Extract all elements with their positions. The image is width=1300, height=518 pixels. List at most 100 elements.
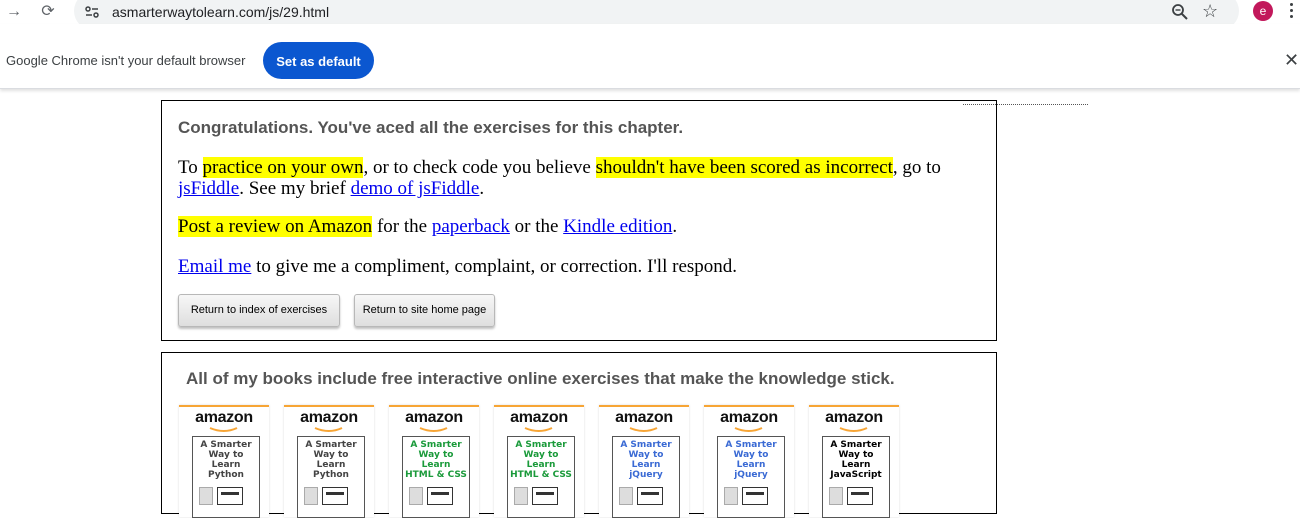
cover-title-line: A Smarter bbox=[830, 440, 882, 450]
text: to give me a compliment, complaint, or c… bbox=[251, 256, 738, 277]
tablet-image bbox=[199, 487, 213, 505]
laptop-image bbox=[322, 487, 348, 505]
laptop-image bbox=[742, 487, 768, 505]
cover-title-line: A Smarter bbox=[305, 440, 357, 450]
highlight-practice: practice on your own bbox=[202, 157, 364, 178]
amazon-smile-icon bbox=[209, 427, 238, 432]
amazon-smile-icon bbox=[419, 427, 448, 432]
book-card[interactable]: amazon A Smarter Way to Learn Python bbox=[179, 405, 269, 518]
kindle-edition-link[interactable]: Kindle edition bbox=[563, 216, 672, 237]
book-card[interactable]: amazon A Smarter Way to Learn JavaScript bbox=[809, 405, 899, 518]
tablet-image bbox=[724, 487, 738, 505]
cover-title-line: Learn bbox=[736, 460, 766, 470]
tablet-image bbox=[829, 487, 843, 505]
cover-title-line: Learn bbox=[526, 460, 556, 470]
cover-title-line: jQuery bbox=[734, 470, 768, 480]
practice-paragraph: To practice on your own, or to check cod… bbox=[178, 157, 983, 199]
text: . bbox=[479, 178, 485, 199]
laptop-image bbox=[637, 487, 663, 505]
cover-title-line: HTML & CSS bbox=[510, 470, 572, 480]
book-cover: A Smarter Way to Learn jQuery bbox=[612, 436, 680, 518]
book-card[interactable]: amazon A Smarter Way to Learn HTML & CSS bbox=[494, 405, 584, 518]
text: for the bbox=[372, 216, 432, 237]
book-card[interactable]: amazon A Smarter Way to Learn Python bbox=[284, 405, 374, 518]
book-card[interactable]: amazon A Smarter Way to Learn jQuery bbox=[704, 405, 794, 518]
text: To bbox=[178, 157, 203, 178]
cover-title-line: Way to bbox=[313, 450, 349, 460]
cover-title-line: HTML & CSS bbox=[405, 470, 467, 480]
amazon-smile-icon bbox=[734, 427, 763, 432]
book-cover-title: A Smarter Way to Learn HTML & CSS bbox=[508, 440, 574, 480]
book-cover-title: A Smarter Way to Learn jQuery bbox=[718, 440, 784, 480]
cover-title-line: A Smarter bbox=[620, 440, 672, 450]
infobar-message: Google Chrome isn't your default browser bbox=[6, 53, 246, 68]
cover-title-line: Way to bbox=[733, 450, 769, 460]
cover-title-line: Learn bbox=[631, 460, 661, 470]
book-cover-title: A Smarter Way to Learn jQuery bbox=[613, 440, 679, 480]
back-arrow-icon[interactable]: → bbox=[4, 2, 24, 22]
book-cover-title: A Smarter Way to Learn HTML & CSS bbox=[403, 440, 469, 480]
tablet-image bbox=[409, 487, 423, 505]
email-paragraph: Email me to give me a compliment, compla… bbox=[178, 256, 983, 277]
book-card[interactable]: amazon A Smarter Way to Learn HTML & CSS bbox=[389, 405, 479, 518]
tablet-image bbox=[514, 487, 528, 505]
cover-title-line: Learn bbox=[316, 460, 346, 470]
amazon-smile-icon bbox=[629, 427, 658, 432]
set-default-button[interactable]: Set as default bbox=[263, 42, 374, 79]
bookmark-star-icon[interactable]: ☆ bbox=[1202, 1, 1218, 21]
url-text[interactable]: asmarterwaytolearn.com/js/29.html bbox=[112, 3, 329, 21]
book-cover-title: A Smarter Way to Learn JavaScript bbox=[823, 440, 889, 480]
close-icon[interactable]: ✕ bbox=[1284, 50, 1299, 70]
book-cover-title: A Smarter Way to Learn Python bbox=[193, 440, 259, 480]
review-paragraph: Post a review on Amazon for the paperbac… bbox=[178, 216, 983, 237]
cover-title-line: Python bbox=[208, 470, 244, 480]
reload-icon[interactable]: ⟳ bbox=[38, 2, 58, 22]
amazon-logo: amazon bbox=[720, 409, 778, 426]
highlight-incorrect: shouldn't have been scored as incorrect bbox=[595, 157, 893, 178]
text: . bbox=[672, 216, 678, 237]
amazon-logo: amazon bbox=[615, 409, 673, 426]
cover-title-line: A Smarter bbox=[725, 440, 777, 450]
kebab-menu-icon[interactable] bbox=[1290, 2, 1294, 20]
cover-title-line: jQuery bbox=[629, 470, 663, 480]
book-cover: A Smarter Way to Learn HTML & CSS bbox=[507, 436, 575, 518]
laptop-image bbox=[217, 487, 243, 505]
jsfiddle-demo-link[interactable]: demo of jsFiddle bbox=[351, 178, 480, 199]
email-me-link[interactable]: Email me bbox=[178, 256, 251, 277]
amazon-logo: amazon bbox=[300, 409, 358, 426]
amazon-logo: amazon bbox=[405, 409, 463, 426]
text: . See my brief bbox=[239, 178, 351, 199]
cover-title-line: A Smarter bbox=[200, 440, 252, 450]
paperback-link[interactable]: paperback bbox=[432, 216, 510, 237]
book-cover: A Smarter Way to Learn JavaScript bbox=[822, 436, 890, 518]
cover-title-line: Python bbox=[313, 470, 349, 480]
cover-title-line: Way to bbox=[628, 450, 664, 460]
amazon-logo: amazon bbox=[510, 409, 568, 426]
return-to-home-button[interactable]: Return to site home page bbox=[354, 294, 495, 327]
cover-title-line: Learn bbox=[841, 460, 871, 470]
laptop-image bbox=[847, 487, 873, 505]
cover-title-line: Way to bbox=[208, 450, 244, 460]
book-card[interactable]: amazon A Smarter Way to Learn jQuery bbox=[599, 405, 689, 518]
congrats-heading: Congratulations. You've aced all the exe… bbox=[178, 118, 684, 137]
return-to-index-button[interactable]: Return to index of exercises bbox=[178, 294, 340, 327]
cover-title-line: A Smarter bbox=[410, 440, 462, 450]
text: or the bbox=[509, 216, 564, 237]
cover-title-line: Way to bbox=[418, 450, 454, 460]
tablet-image bbox=[304, 487, 318, 505]
site-settings-icon[interactable] bbox=[84, 4, 100, 20]
default-browser-infobar: Google Chrome isn't your default browser… bbox=[0, 24, 1300, 89]
cover-title-line: Learn bbox=[421, 460, 451, 470]
browser-toolbar: → ⟳ asmarterwaytolearn.com/js/29.html ☆ … bbox=[0, 0, 1300, 30]
amazon-smile-icon bbox=[314, 427, 343, 432]
zoom-icon[interactable] bbox=[1171, 3, 1189, 21]
profile-avatar[interactable]: e bbox=[1253, 1, 1273, 21]
laptop-image bbox=[427, 487, 453, 505]
highlight-review: Post a review on Amazon bbox=[178, 216, 373, 237]
chapter-complete-panel: Congratulations. You've aced all the exe… bbox=[161, 100, 997, 341]
cover-title-line: A Smarter bbox=[515, 440, 567, 450]
text: , or to check code you believe bbox=[363, 157, 596, 178]
book-cover: A Smarter Way to Learn Python bbox=[192, 436, 260, 518]
book-cover: A Smarter Way to Learn jQuery bbox=[717, 436, 785, 518]
jsfiddle-link[interactable]: jsFiddle bbox=[178, 178, 239, 199]
